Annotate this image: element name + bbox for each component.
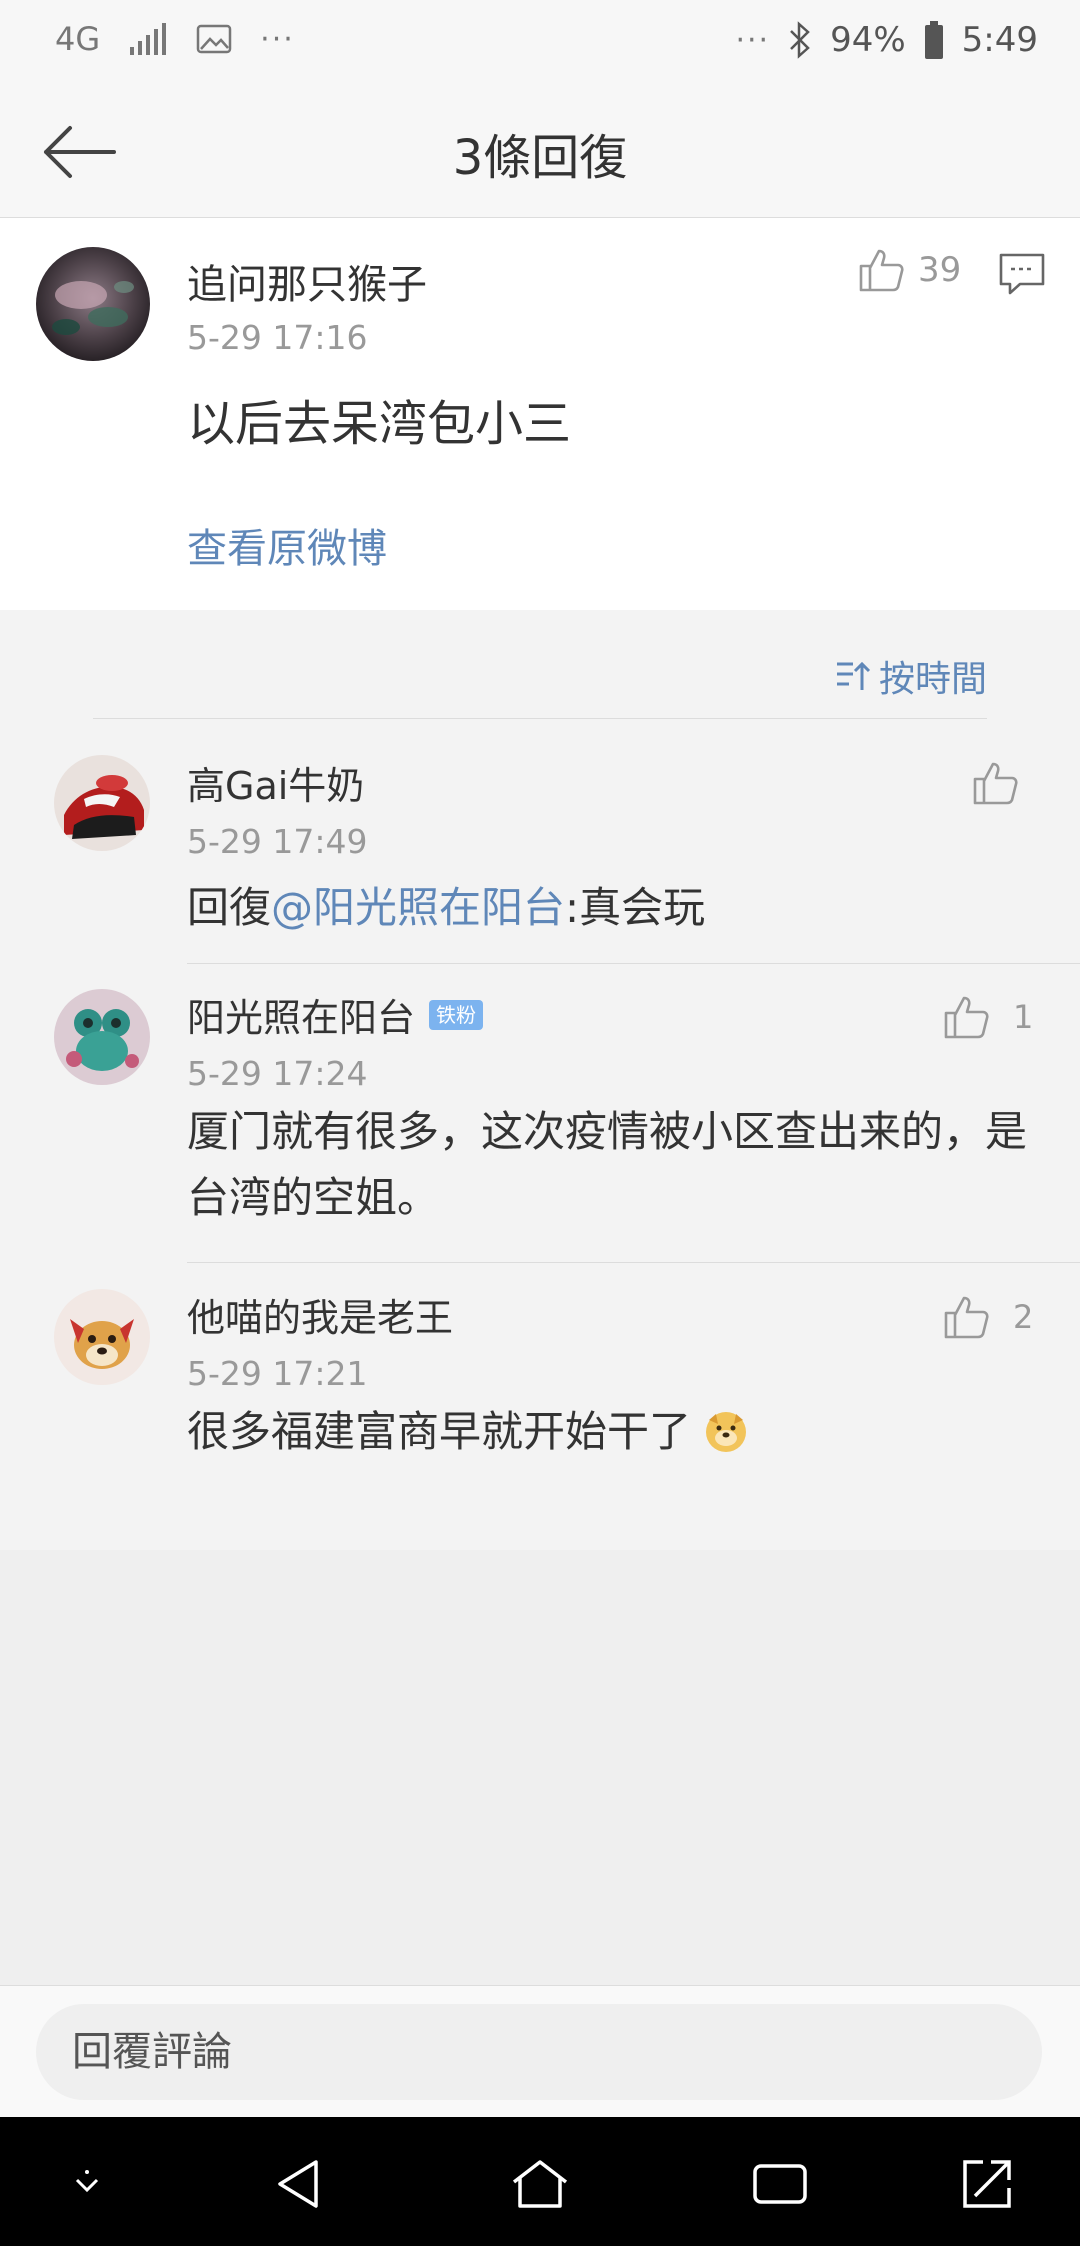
sort-label: 按時間 [878, 659, 987, 700]
avatar[interactable] [54, 989, 150, 1085]
replies-section: 按時間 高Gai牛奶 5-29 17:49 回復@阳光照在阳台:真会玩 阳光照在… [0, 610, 1080, 1550]
reply-timestamp: 5-29 17:24 [187, 1054, 368, 1093]
battery-percent: 94% [830, 20, 906, 60]
reply-author[interactable]: 阳光照在阳台 铁粉 [187, 987, 484, 1042]
status-overflow-right: ··· [735, 22, 771, 58]
reply-timestamp: 5-29 17:49 [187, 822, 368, 861]
mention-link[interactable]: @阳光照在阳台 [271, 883, 565, 932]
bluetooth-icon [790, 21, 810, 59]
hide-nav-button[interactable] [52, 2149, 122, 2219]
reply-author-name[interactable]: 高Gai牛奶 [187, 755, 364, 810]
reply-prefix: 回復 [187, 883, 272, 932]
like-button[interactable]: 2 [943, 1295, 1033, 1339]
avatar[interactable] [54, 755, 150, 851]
chevron-down-icon [75, 2170, 99, 2193]
app-root: 4G ··· ··· 94% 5:49 3條回復 追问那只猴子 5-29 17:… [0, 0, 1080, 2246]
navigation-bar [0, 2117, 1080, 2246]
comment-text: 以后去呆湾包小三 [187, 396, 572, 452]
clock: 5:49 [961, 20, 1038, 60]
page-title: 3條回復 [452, 130, 628, 186]
reply-text: 回復@阳光照在阳台:真会玩 [187, 875, 1037, 941]
comment-icon [999, 253, 1045, 295]
home-icon [512, 2160, 568, 2208]
reply-bar [0, 1985, 1080, 2118]
divider [187, 963, 1080, 964]
reply-input[interactable] [36, 2004, 1042, 2100]
like-count: 39 [918, 250, 962, 290]
divider [93, 718, 987, 719]
avatar[interactable] [36, 247, 150, 361]
reply-text: 很多福建富商早就开始干了 [187, 1399, 1037, 1465]
comment-author[interactable]: 追问那只猴子 [187, 252, 427, 310]
nav-expand-button[interactable] [952, 2149, 1022, 2219]
image-icon [196, 24, 232, 54]
thumbs-up-icon [944, 1296, 989, 1339]
fan-badge: 铁粉 [429, 999, 484, 1030]
main-comment: 追问那只猴子 5-29 17:16 以后去呆湾包小三 查看原微博 39 [0, 218, 1080, 610]
like-count: 1 [1013, 998, 1034, 1036]
comment-timestamp: 5-29 17:16 [187, 318, 368, 357]
nav-recents-button[interactable] [745, 2149, 815, 2219]
network-indicator: 4G [55, 20, 101, 58]
nav-home-button[interactable] [505, 2149, 575, 2219]
thumbs-up-icon [973, 762, 1018, 805]
reply-author[interactable]: 高Gai牛奶 [187, 755, 364, 810]
doge-emoji-icon [706, 1412, 747, 1452]
thumbs-up-icon [944, 996, 989, 1039]
signal-icon [130, 23, 167, 55]
thumbs-up-icon [859, 249, 904, 292]
sort-icon [836, 661, 871, 690]
reply-author-name[interactable]: 阳光照在阳台 [187, 987, 415, 1042]
reply-content: :真会玩 [565, 883, 706, 932]
status-overflow-left: ··· [260, 21, 295, 57]
comment-button[interactable] [998, 252, 1046, 296]
like-button[interactable]: 1 [943, 995, 1033, 1039]
battery-icon [924, 21, 943, 59]
reply-author-name[interactable]: 他喵的我是老王 [187, 1287, 453, 1342]
nav-back-button[interactable] [265, 2149, 335, 2219]
reply-author[interactable]: 他喵的我是老王 [187, 1287, 453, 1342]
status-right: ··· 94% 5:49 [735, 20, 1038, 60]
sort-button[interactable]: 按時間 [835, 650, 987, 702]
status-bar: 4G ··· ··· 94% 5:49 [0, 0, 1080, 90]
like-button[interactable]: 39 [858, 248, 961, 292]
status-left: 4G ··· [55, 20, 295, 58]
header-bar: 3條回復 [0, 90, 1080, 218]
triangle-back-icon [278, 2160, 318, 2208]
view-original-link[interactable]: 查看原微博 [187, 516, 387, 574]
recents-icon [753, 2164, 807, 2204]
avatar[interactable] [54, 1289, 150, 1385]
like-count: 2 [1013, 1298, 1034, 1336]
reply-timestamp: 5-29 17:21 [187, 1354, 368, 1393]
expand-icon [963, 2160, 1011, 2208]
reply-content: 很多福建富商早就开始干了 [187, 1407, 692, 1456]
divider [187, 1262, 1080, 1263]
like-button[interactable] [972, 761, 1018, 805]
reply-text: 厦门就有很多，这次疫情被小区查出来的，是台湾的空姐。 [187, 1107, 1028, 1222]
